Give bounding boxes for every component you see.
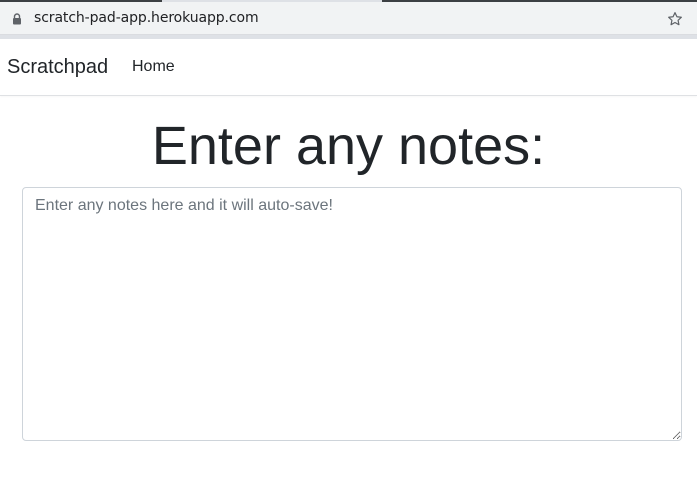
navbar-brand[interactable]: Scratchpad bbox=[7, 56, 108, 79]
navbar: Scratchpad Home bbox=[0, 39, 697, 96]
url-text[interactable]: scratch-pad-app.herokuapp.com bbox=[34, 10, 259, 26]
address-bar[interactable]: scratch-pad-app.herokuapp.com bbox=[0, 2, 697, 35]
page-title: Enter any notes: bbox=[151, 116, 546, 176]
nav-link-home[interactable]: Home bbox=[132, 58, 175, 76]
lock-icon[interactable] bbox=[12, 12, 22, 25]
bookmark-star-icon[interactable] bbox=[667, 11, 683, 27]
notes-textarea[interactable] bbox=[22, 187, 682, 441]
browser-chrome: scratch-pad-app.herokuapp.com bbox=[0, 0, 697, 39]
